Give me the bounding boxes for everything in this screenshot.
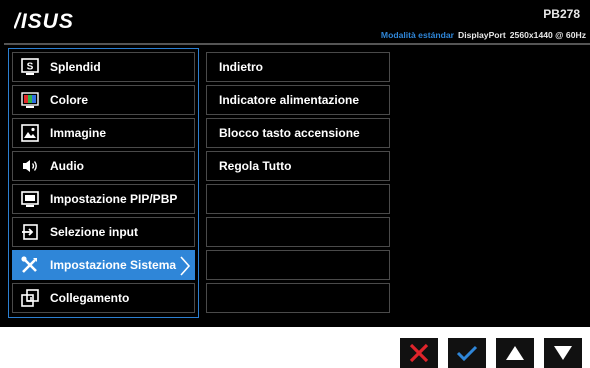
menu-item-label: Impostazione Sistema xyxy=(50,258,177,272)
resolution-label: 2560x1440 @ 60Hz xyxy=(509,30,586,40)
menu-item-label: Immagine xyxy=(50,126,107,140)
menu-item-label: Audio xyxy=(50,159,84,173)
chevron-right-icon xyxy=(180,256,191,276)
menu-item-audio[interactable]: Audio xyxy=(12,151,195,181)
submenu-item-blocco-tasto[interactable]: Blocco tasto accensione xyxy=(206,118,390,148)
submenu-item-regola-tutto[interactable]: Regola Tutto xyxy=(206,151,390,181)
header-divider xyxy=(4,43,590,45)
menu-item-label: Colore xyxy=(50,93,89,107)
menu-item-pip-pbp[interactable]: Impostazione PIP/PBP xyxy=(12,184,195,214)
close-icon xyxy=(409,343,429,363)
shortcut-icon xyxy=(20,288,40,308)
color-icon xyxy=(20,90,40,110)
submenu: Indietro Indicatore alimentazione Blocco… xyxy=(206,48,390,316)
confirm-key[interactable] xyxy=(448,338,486,368)
arrow-down-icon xyxy=(554,346,572,360)
menu-item-splendid[interactable]: S Splendid xyxy=(12,52,195,82)
main-menu: S Splendid Colore Immagine Audio Imposta… xyxy=(8,48,199,318)
menu-item-impostazione-sistema[interactable]: Impostazione Sistema xyxy=(12,250,195,280)
up-key[interactable] xyxy=(496,338,534,368)
menu-item-collegamento[interactable]: Collegamento xyxy=(12,283,195,313)
down-key[interactable] xyxy=(544,338,582,368)
speaker-icon xyxy=(20,156,40,176)
menu-item-label: Collegamento xyxy=(50,291,130,305)
check-icon xyxy=(456,345,478,362)
status-bar: Modalità estándar DisplayPort 2560x1440 @ … xyxy=(381,30,586,40)
model-name: PB278 xyxy=(543,7,580,21)
input-icon xyxy=(20,222,40,242)
menu-item-selezione-input[interactable]: Selezione input xyxy=(12,217,195,247)
submenu-item-indietro[interactable]: Indietro xyxy=(206,52,390,82)
svg-text:/ISUS: /ISUS xyxy=(14,11,74,33)
submenu-item-empty xyxy=(206,217,390,247)
arrow-up-icon xyxy=(506,346,524,360)
exit-key[interactable] xyxy=(400,338,438,368)
submenu-item-indicatore-alimentazione[interactable]: Indicatore alimentazione xyxy=(206,85,390,115)
submenu-item-empty xyxy=(206,184,390,214)
mode-label: Modalità estándar xyxy=(380,30,454,40)
submenu-item-empty xyxy=(206,250,390,280)
osd-panel: /ISUS PB278 Modalità estándar DisplayPort… xyxy=(0,0,590,327)
submenu-item-empty xyxy=(206,283,390,313)
splendid-icon: S xyxy=(20,57,40,77)
image-icon xyxy=(20,123,40,143)
menu-item-label: Selezione input xyxy=(50,225,139,239)
tools-icon xyxy=(20,255,40,275)
asus-logo: /ISUS xyxy=(14,11,74,33)
svg-text:S: S xyxy=(27,62,34,73)
input-label: DisplayPort xyxy=(458,30,506,40)
pip-icon xyxy=(20,189,40,209)
menu-item-immagine[interactable]: Immagine xyxy=(12,118,195,148)
menu-item-label: Impostazione PIP/PBP xyxy=(50,192,178,206)
menu-item-label: Splendid xyxy=(50,60,101,74)
menu-item-colore[interactable]: Colore xyxy=(12,85,195,115)
